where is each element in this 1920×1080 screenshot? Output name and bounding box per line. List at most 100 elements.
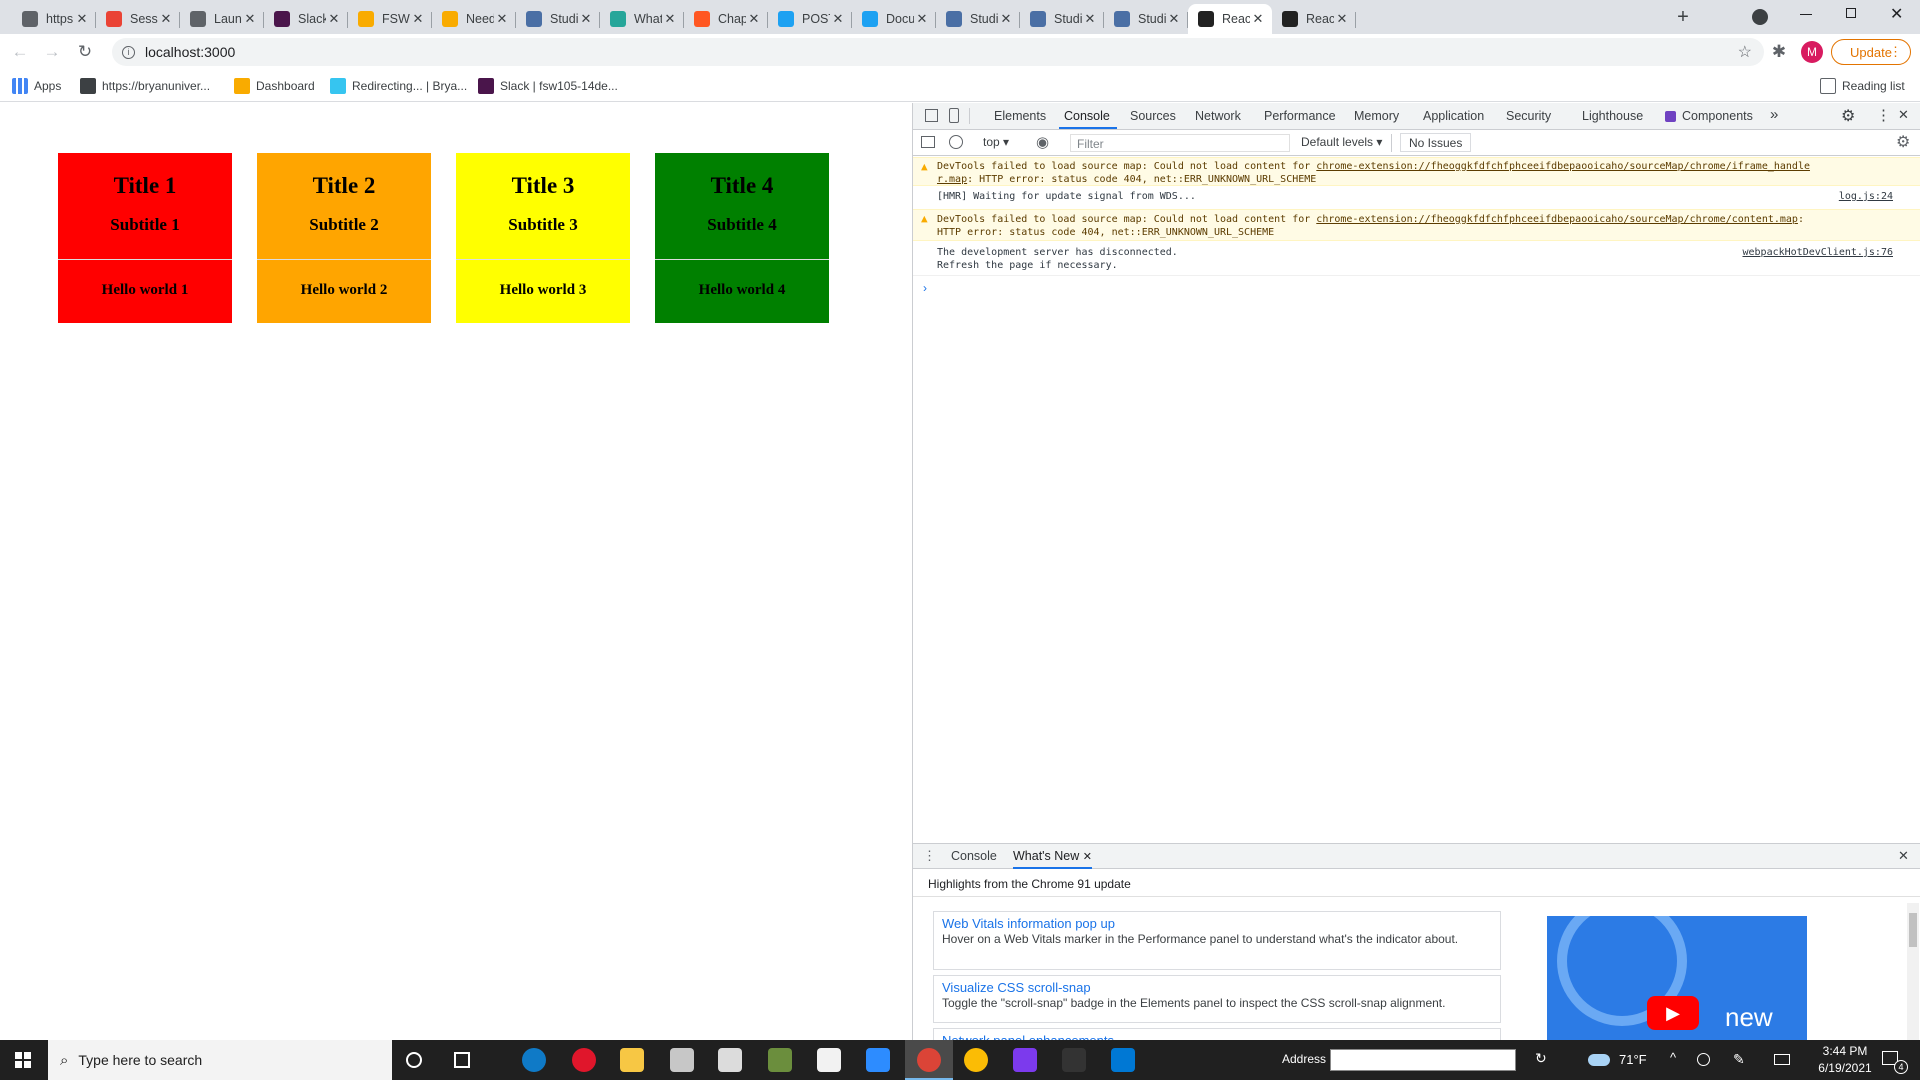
tab-close-icon[interactable]: ✕: [1082, 11, 1098, 27]
log-levels-dropdown[interactable]: Default levels ▾: [1301, 135, 1382, 149]
bookmark-star-icon[interactable]: ☆: [1738, 42, 1752, 62]
item-title[interactable]: Visualize CSS scroll-snap: [942, 980, 1492, 995]
drawer-scrollbar[interactable]: [1907, 903, 1919, 1040]
source-link[interactable]: webpackHotDevClient.js:76: [1742, 246, 1893, 259]
device-toolbar-icon[interactable]: [949, 108, 959, 123]
source-map-link[interactable]: chrome-extension://fheoggkfdfchfphceeifd…: [1316, 214, 1798, 225]
browser-tab[interactable]: Studio✕: [936, 4, 1020, 34]
inspect-element-icon[interactable]: [925, 109, 938, 122]
extensions-icon[interactable]: ✱: [1769, 42, 1789, 62]
browser-tab[interactable]: Studio✕: [1020, 4, 1104, 34]
task-view-icon[interactable]: [454, 1052, 470, 1068]
keyboard-icon[interactable]: [1774, 1054, 1790, 1065]
new-tab-button[interactable]: +: [1672, 6, 1694, 28]
tab-close-icon[interactable]: ✕: [1166, 11, 1182, 27]
tab-network[interactable]: Network: [1195, 109, 1241, 123]
tab-close-icon[interactable]: ✕: [494, 11, 510, 27]
bookmark-redirecting[interactable]: Redirecting... | Brya...: [330, 76, 467, 96]
address-bar[interactable]: i localhost:3000 ☆: [112, 38, 1764, 66]
reload-icon[interactable]: ↻: [75, 42, 95, 62]
browser-tab[interactable]: Launch✕: [180, 4, 264, 34]
browser-tab[interactable]: Studio✕: [516, 4, 600, 34]
tab-close-icon[interactable]: ✕: [578, 11, 594, 27]
minecraft-app-icon[interactable]: [768, 1048, 792, 1072]
address-toolbar-input[interactable]: [1330, 1049, 1516, 1071]
browser-tab[interactable]: Slack | f✕: [264, 4, 348, 34]
profile-avatar[interactable]: M: [1801, 41, 1823, 63]
tab-close-icon[interactable]: ✕: [746, 11, 762, 27]
tab-close-icon[interactable]: ✕: [158, 11, 174, 27]
whats-new-item[interactable]: Web Vitals information pop up Hover on a…: [933, 911, 1501, 970]
source-map-link[interactable]: r.map: [937, 174, 967, 185]
clock-date[interactable]: 6/19/2021: [1810, 1061, 1880, 1075]
tab-elements[interactable]: Elements: [994, 109, 1046, 123]
app-icon[interactable]: [1062, 1048, 1086, 1072]
console-settings-icon[interactable]: ⚙: [1896, 132, 1910, 152]
browser-tab[interactable]: Session✕: [96, 4, 180, 34]
browser-tab[interactable]: Studio✕: [1104, 4, 1188, 34]
browser-tab[interactable]: https://✕: [12, 4, 96, 34]
browser-tab[interactable]: Docum✕: [852, 4, 936, 34]
vscode-app-icon[interactable]: [1111, 1048, 1135, 1072]
close-devtools-icon[interactable]: ✕: [1898, 107, 1909, 123]
minimize-icon[interactable]: [1800, 14, 1812, 15]
chrome-app-icon[interactable]: [964, 1048, 988, 1072]
browser-tab[interactable]: POST fi✕: [768, 4, 852, 34]
tab-lighthouse[interactable]: Lighthouse: [1582, 109, 1643, 123]
whats-new-video-thumbnail[interactable]: ▶ new: [1547, 916, 1807, 1040]
context-selector[interactable]: top ▾: [983, 135, 1009, 149]
chrome-active-app[interactable]: [905, 1040, 953, 1080]
tab-search-icon[interactable]: [1752, 9, 1768, 25]
forward-icon[interactable]: →: [42, 42, 62, 62]
scrollbar-thumb[interactable]: [1909, 913, 1917, 947]
bookmark-slack[interactable]: Slack | fsw105-14de...: [478, 76, 618, 96]
play-button-icon[interactable]: ▶: [1647, 996, 1699, 1030]
tray-app-icon[interactable]: [1697, 1053, 1710, 1066]
reading-list[interactable]: Reading list: [1820, 76, 1905, 96]
tab-close-icon[interactable]: ✕: [326, 11, 342, 27]
back-icon[interactable]: ←: [10, 42, 30, 62]
whats-new-item[interactable]: Visualize CSS scroll-snap Toggle the "sc…: [933, 975, 1501, 1023]
devtools-menu-icon[interactable]: ⋮: [1876, 106, 1891, 124]
tab-sources[interactable]: Sources: [1130, 109, 1176, 123]
tab-memory[interactable]: Memory: [1354, 109, 1399, 123]
close-tab-icon[interactable]: ✕: [1083, 851, 1092, 863]
bookmark-apps[interactable]: Apps: [12, 76, 61, 96]
close-drawer-icon[interactable]: ✕: [1898, 848, 1909, 864]
drawer-tab-whats-new[interactable]: What's New ✕: [1013, 849, 1092, 869]
tab-security[interactable]: Security: [1506, 109, 1551, 123]
browser-tab[interactable]: React A✕: [1272, 4, 1356, 34]
file-app-icon[interactable]: [817, 1048, 841, 1072]
source-map-link[interactable]: chrome-extension://fheoggkfdfchfphceeifd…: [1316, 161, 1810, 172]
console-filter-input[interactable]: Filter: [1070, 134, 1290, 152]
sidebar-toggle-icon[interactable]: [921, 136, 935, 148]
tab-close-icon[interactable]: ✕: [1334, 11, 1350, 27]
tab-components[interactable]: Components: [1682, 109, 1753, 123]
browser-tab[interactable]: Chapte✕: [684, 4, 768, 34]
tab-close-icon[interactable]: ✕: [662, 11, 678, 27]
more-tabs-icon[interactable]: »: [1770, 106, 1778, 123]
browser-tab[interactable]: React A✕: [1188, 4, 1272, 34]
close-window-icon[interactable]: ✕: [1890, 4, 1903, 24]
pen-icon[interactable]: ✎: [1733, 1051, 1745, 1068]
drawer-tab-console[interactable]: Console: [951, 849, 997, 863]
browser-tab[interactable]: What is✕: [600, 4, 684, 34]
tab-application[interactable]: Application: [1423, 109, 1484, 123]
item-title[interactable]: Web Vitals information pop up: [942, 916, 1492, 931]
notes-app-icon[interactable]: [670, 1048, 694, 1072]
zoom-app-icon[interactable]: [866, 1048, 890, 1072]
windows-start-icon[interactable]: [15, 1052, 31, 1068]
restore-icon[interactable]: [1846, 8, 1856, 18]
weather-temp[interactable]: 71°F: [1619, 1052, 1647, 1067]
tab-close-icon[interactable]: ✕: [242, 11, 258, 27]
taskbar-search-box[interactable]: ⌕ Type here to search: [48, 1040, 392, 1080]
tab-close-icon[interactable]: ✕: [830, 11, 846, 27]
tab-close-icon[interactable]: ✕: [410, 11, 426, 27]
issues-button[interactable]: No Issues: [1400, 133, 1472, 152]
tab-close-icon[interactable]: ✕: [998, 11, 1014, 27]
drawer-menu-icon[interactable]: ⋮: [923, 848, 936, 864]
edge-app-icon[interactable]: [522, 1048, 546, 1072]
sketch-app-icon[interactable]: [1013, 1048, 1037, 1072]
update-button[interactable]: Update ⋮: [1831, 39, 1911, 65]
tab-console[interactable]: Console: [1064, 109, 1110, 123]
